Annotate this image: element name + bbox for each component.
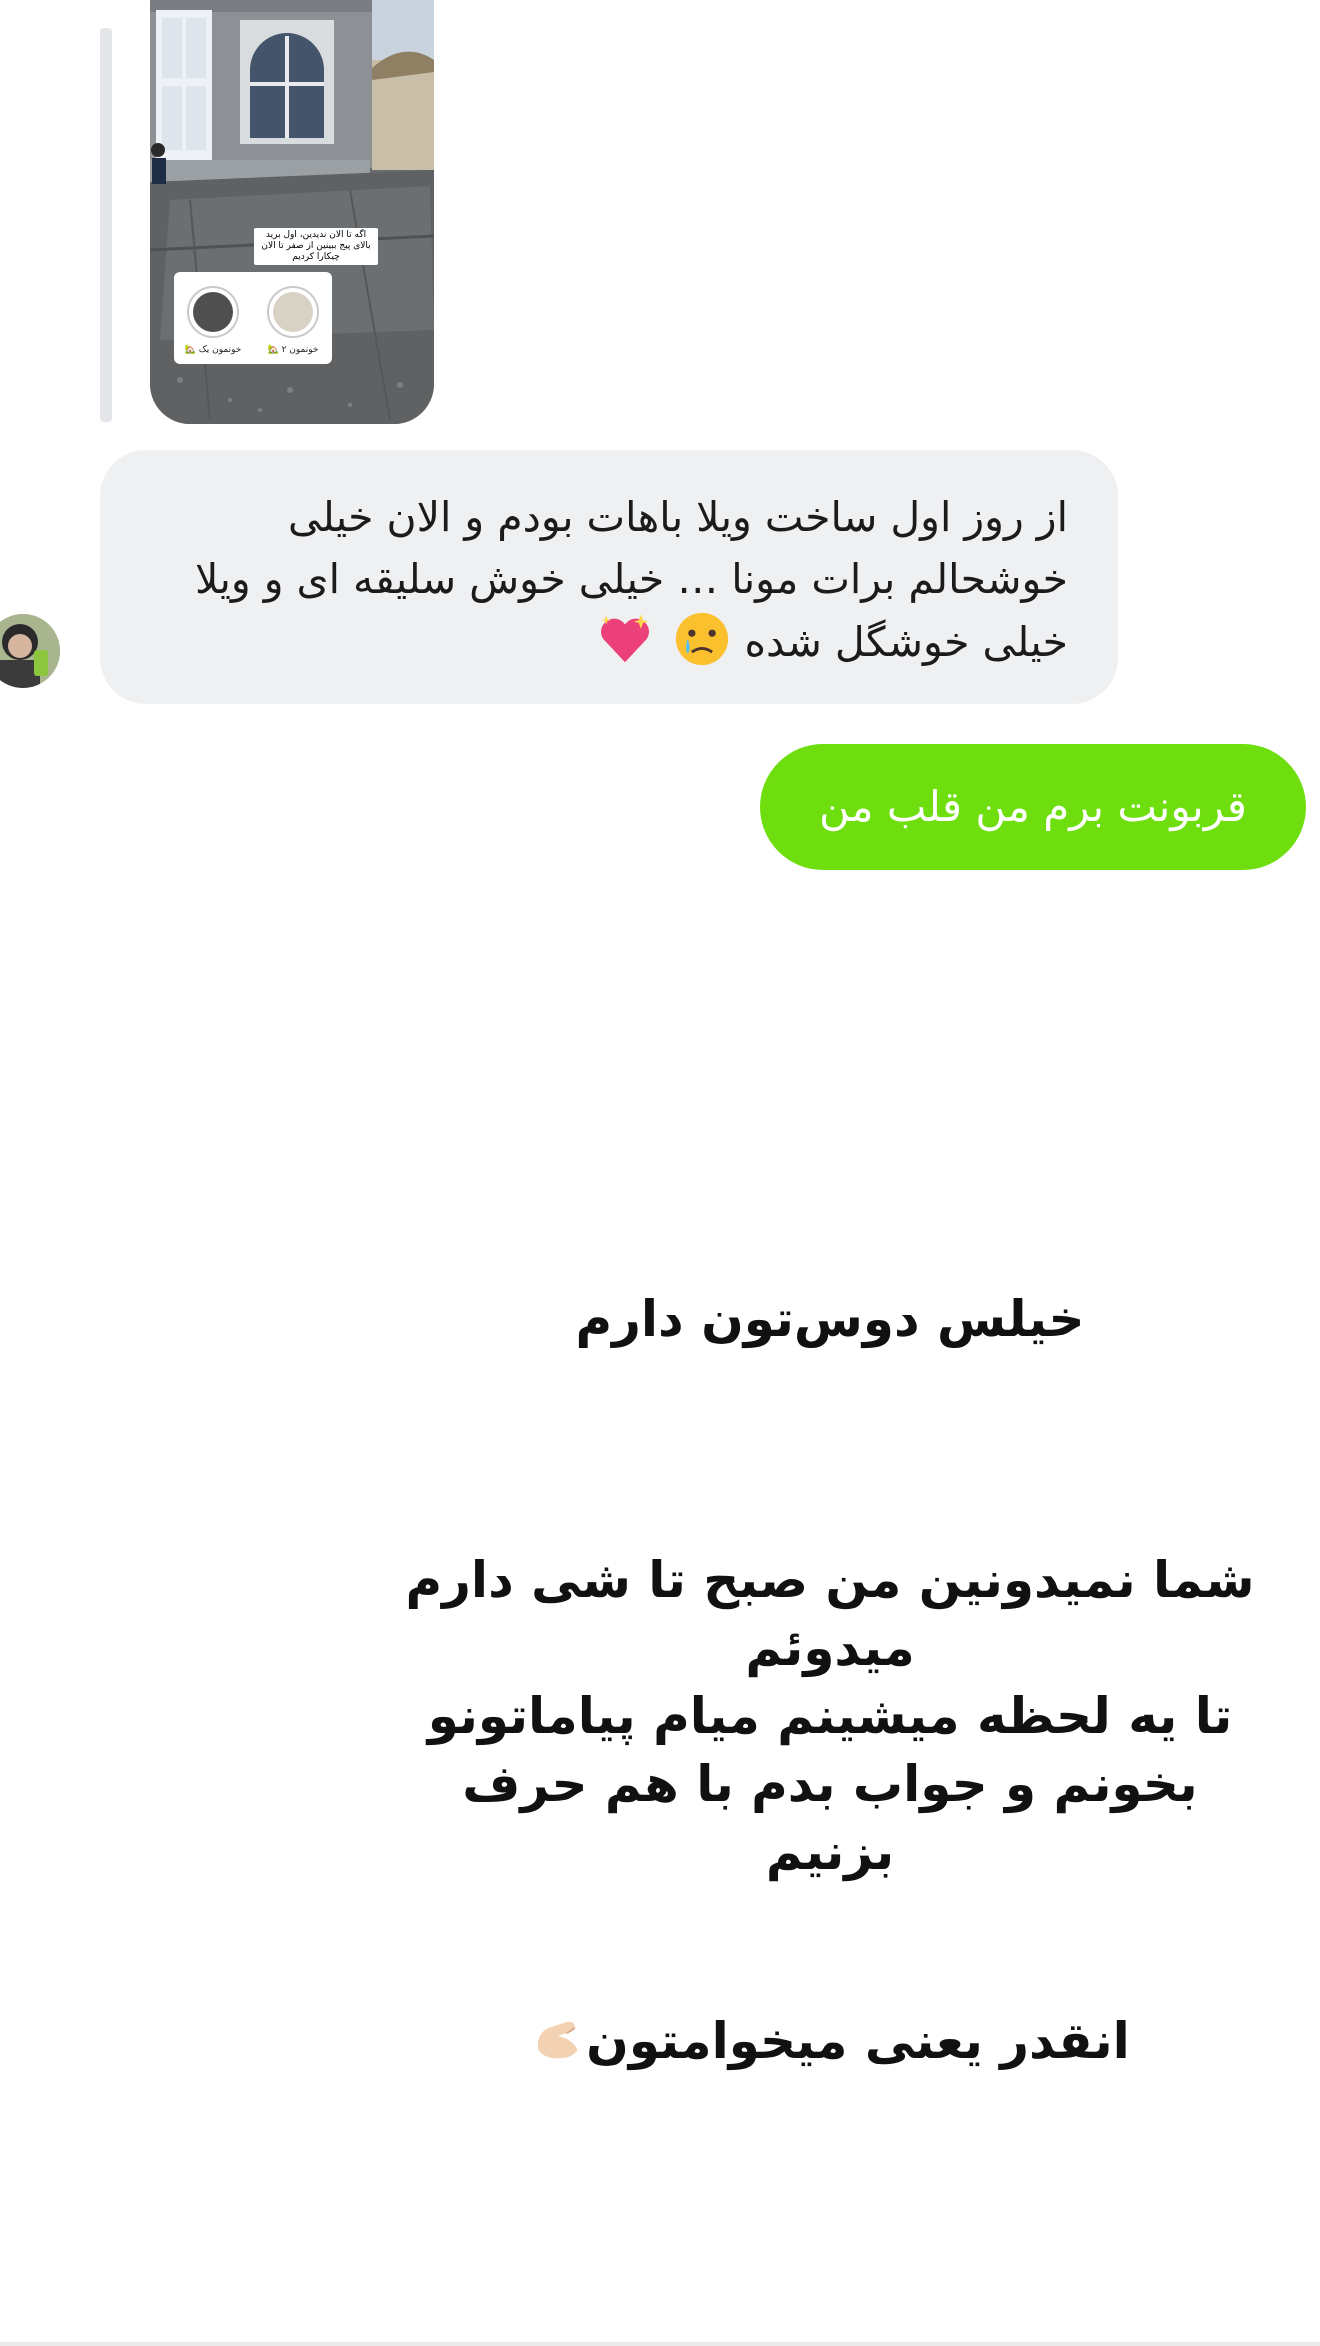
highlight-item[interactable]: خونمون یک 🏡 [178,286,248,356]
bottom-divider [0,2342,1320,2346]
highlight-item[interactable]: خونمون ۲ 🏡 [258,286,328,356]
story-text-paragraph-a: شما نمیدونین من صبح تا شی دارم میدوئم [405,1551,1255,1677]
highlight-label: خونمون ۲ 🏡 [267,345,319,355]
crying-face-emoji [676,612,729,666]
story-text-paragraph-b: تا یه لحظه میشینم میام پیاماتونو بخونم و… [427,1687,1233,1881]
sender-avatar[interactable] [0,614,60,688]
story-text-line-3: انقدر یعنی میخوامتون [586,2012,1130,2070]
outgoing-message-bubble[interactable]: قربونت برم من قلب من [760,744,1306,870]
story-text-line: خیلس دوس‌تون دارم [390,1284,1270,1354]
sparkling-heart-emoji [601,614,650,663]
story-text-line-1: خیلس دوس‌تون دارم [575,1290,1085,1348]
highlight-label: خونمون یک 🏡 [184,345,242,355]
pinching-hand-emoji [538,2021,578,2059]
reply-indicator-bar [100,28,112,422]
story-text-paragraph: شما نمیدونین من صبح تا شی دارم میدوئم تا… [390,1546,1270,1886]
avatar-photo [0,614,60,688]
highlight-cover [187,286,239,338]
incoming-message-bubble[interactable]: از روز اول ساخت ویلا باهات بودم و الان خ… [100,450,1118,704]
story-text-closing: انقدر یعنی میخوامتون [390,2006,1270,2076]
post-caption: اگه تا الان ندیدین، اول برید بالای پیج ب… [254,228,378,265]
highlight-cover [267,286,319,338]
story-highlights-card: خونمون یک 🏡 خونمون ۲ 🏡 [174,272,332,364]
shared-post-preview[interactable]: اگه تا الان ندیدین، اول برید بالای پیج ب… [150,0,434,424]
